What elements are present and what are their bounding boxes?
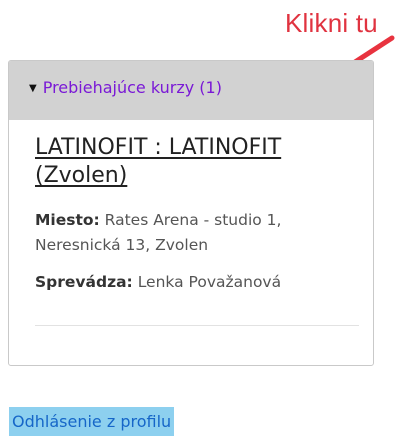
courses-box: ▼ Prebiehajúce kurzy (1) LATINOFIT : LATI… <box>8 60 374 366</box>
guide-label: Sprevádza: <box>35 273 133 291</box>
course-title-link[interactable]: LATINOFIT : LATINOFIT (Zvolen) <box>35 134 335 190</box>
ongoing-courses-link[interactable]: Prebiehajúce kurzy (1) <box>43 78 222 97</box>
guide-value: Lenka Považanová <box>132 273 282 291</box>
course-guide: Sprevádza: Lenka Považanová <box>35 270 351 295</box>
divider <box>35 325 359 326</box>
place-label: Miesto: <box>35 211 100 229</box>
triangle-down-icon[interactable]: ▼ <box>29 83 37 94</box>
course-place: Miesto: Rates Arena - studio 1, Neresnic… <box>35 208 351 258</box>
annotation-text: Klikni tu <box>285 8 378 38</box>
course-entry: LATINOFIT : LATINOFIT (Zvolen) Miesto: R… <box>9 120 373 326</box>
courses-header[interactable]: ▼ Prebiehajúce kurzy (1) <box>9 61 373 120</box>
logout-button[interactable]: Odhlásenie z profilu <box>9 407 175 436</box>
